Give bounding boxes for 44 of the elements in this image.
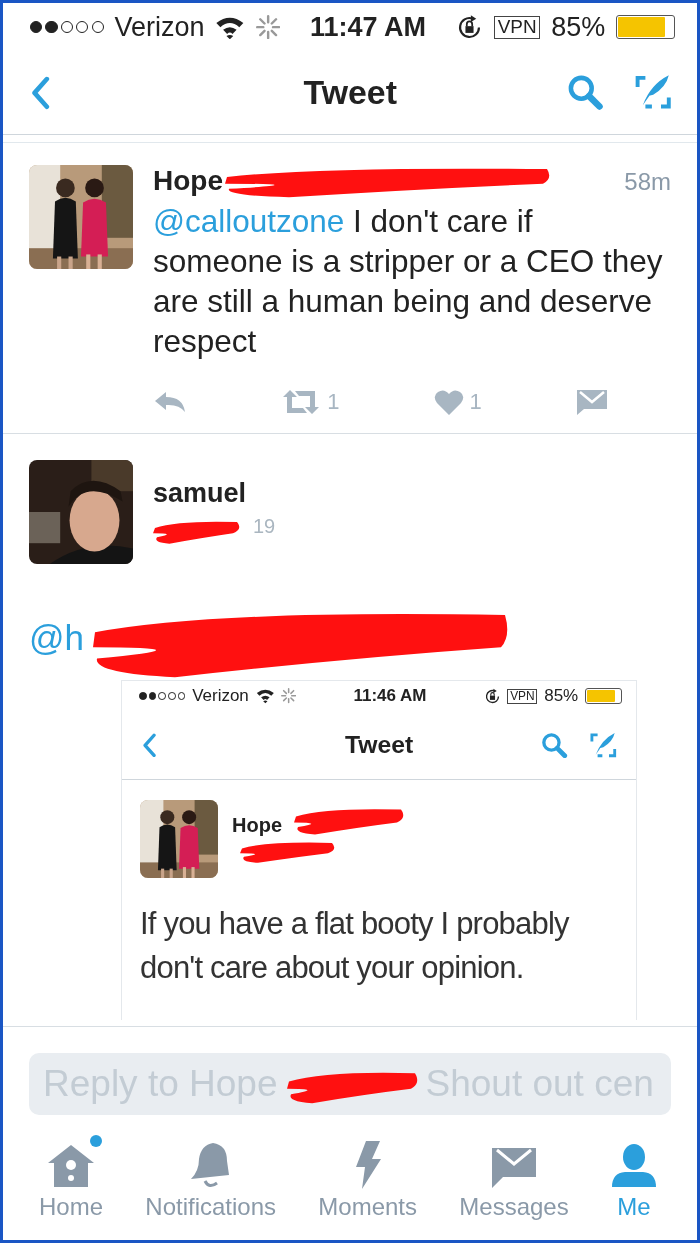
- battery-icon: [585, 688, 623, 704]
- wifi-icon: [215, 15, 245, 40]
- compose-icon[interactable]: [590, 731, 617, 759]
- home-icon: [46, 1142, 96, 1189]
- like-count: 1: [469, 389, 482, 416]
- heart-icon[interactable]: [433, 388, 464, 416]
- tab-item[interactable]: Notifications: [145, 1136, 277, 1221]
- retweet-icon[interactable]: [281, 389, 322, 416]
- user-name: Hope: [232, 813, 282, 837]
- message-icon[interactable]: [575, 389, 608, 416]
- vpn-indicator: VPN: [507, 688, 538, 704]
- tweet-time: 58m: [624, 167, 671, 196]
- back-icon[interactable]: [141, 732, 159, 758]
- activity-icon: [281, 688, 297, 704]
- battery-percent: 85%: [544, 686, 579, 707]
- tab-item[interactable]: Home: [39, 1136, 104, 1221]
- wifi-icon: [255, 688, 275, 704]
- compose-icon[interactable]: [634, 74, 671, 111]
- search-icon[interactable]: [567, 74, 604, 111]
- mention-link[interactable]: @h: [29, 617, 84, 657]
- battery-percent: 85%: [551, 11, 606, 43]
- battery-icon: [616, 15, 676, 40]
- user-name: samuel: [153, 477, 248, 509]
- rotation-lock-icon: [483, 687, 501, 705]
- tab-item[interactable]: Moments: [318, 1136, 418, 1221]
- screen-title: Tweet: [303, 73, 397, 113]
- clock-time: 11:47 AM: [310, 11, 427, 43]
- activity-icon: [255, 15, 281, 40]
- envelope-icon: [491, 1146, 537, 1189]
- screen-title: Tweet: [345, 731, 414, 760]
- tweet-text: @calloutzone I don't care if someone is a stripper or a CEO they are still a human being and deserve respect: [153, 201, 664, 361]
- carrier-name: Verizon: [192, 686, 249, 707]
- clock-time: 11:46 AM: [353, 686, 427, 707]
- carrier-name: Verizon: [114, 11, 205, 43]
- lightning-icon: [353, 1140, 382, 1189]
- user-name: Hope: [153, 164, 223, 197]
- search-icon[interactable]: [541, 731, 568, 759]
- tab-item[interactable]: Me: [611, 1136, 657, 1221]
- tweet-text: If you have a flat booty I probably don't care about your opinion.: [140, 904, 571, 987]
- person-icon: [611, 1142, 657, 1189]
- vpn-indicator: VPN: [493, 15, 541, 39]
- user-handle: 19: [253, 514, 276, 538]
- tab-item[interactable]: Messages: [459, 1136, 569, 1221]
- retweet-count: 1: [327, 389, 340, 416]
